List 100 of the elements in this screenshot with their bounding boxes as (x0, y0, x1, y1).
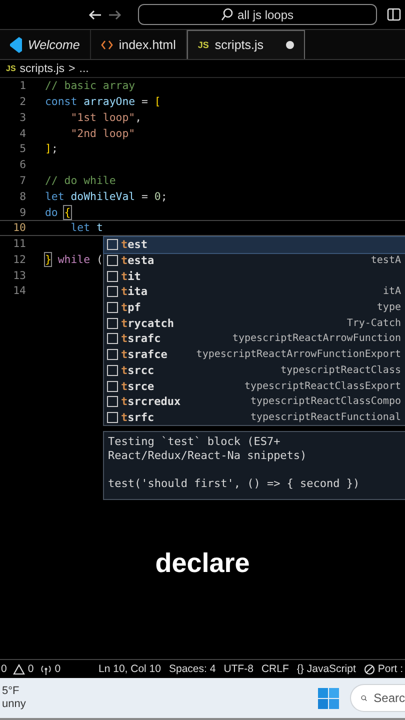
braces-glyph: {} (296, 663, 304, 675)
suggestion-detail: typescriptReactClass (280, 364, 401, 376)
suggestion-detail: typescriptReactArrowFunctionExport (196, 349, 401, 360)
suggestion-label: tsrafce (121, 348, 168, 362)
snippet-icon (107, 396, 118, 408)
line-number: 11 (12, 237, 26, 250)
suggestion-label: tsrfc (121, 410, 154, 424)
snippet-icon (107, 333, 118, 344)
suggestion-row[interactable]: tpf type (104, 300, 405, 316)
status-text: 0 (54, 663, 61, 675)
command-search[interactable]: all js loops (138, 4, 377, 25)
snippet-icon (107, 412, 118, 423)
code-line: ]; (45, 142, 58, 156)
suggestion-detail: itA (382, 286, 401, 298)
suggestion-label: tpf (121, 301, 141, 314)
snippet-example: test('should first', () => { second }) (108, 477, 361, 491)
js-icon: JS (6, 64, 16, 73)
status-item[interactable]: {} JavaScript (296, 663, 356, 675)
line-number: 10 (12, 221, 26, 234)
status-item[interactable]: CRLF (261, 663, 289, 675)
breadcrumb-file[interactable]: scripts.js (20, 62, 65, 74)
status-text: Port : (378, 663, 403, 675)
video-caption: declare (155, 548, 250, 579)
suggestion-row[interactable]: testa testA (104, 252, 405, 268)
suggestion-row[interactable]: tit (104, 268, 405, 284)
code-line: "2nd loop" (70, 126, 136, 140)
snippet-icon (107, 302, 118, 314)
suggestion-label: testa (121, 254, 154, 268)
status-item[interactable]: 0 (12, 663, 34, 675)
suggestion-row[interactable]: tsrfc typescriptReactFunctional (104, 410, 405, 426)
status-item[interactable]: Ln 10, Col 10 (98, 663, 161, 675)
back-icon[interactable] (88, 8, 102, 22)
suggestion-row[interactable]: tsrafc typescriptReactArrowFunction (104, 331, 405, 347)
no-entry-icon (364, 664, 375, 674)
suggestion-label: trycatch (121, 316, 174, 330)
suggestion-row[interactable]: tsrafce typescriptReactArrowFunctionExport (104, 346, 405, 362)
suggestion-row[interactable]: test (104, 237, 405, 253)
start-icon[interactable] (318, 688, 339, 708)
snippet-icon (107, 286, 118, 298)
snippet-icon (107, 270, 118, 282)
code-line: // do while (45, 174, 116, 187)
snippet-icon (107, 239, 118, 250)
line-number: 3 (18, 110, 26, 124)
code-line: let t (70, 221, 103, 234)
layout-icon[interactable] (387, 8, 401, 21)
suggestion-label: tsrafc (121, 332, 161, 346)
line-number: 5 (18, 142, 26, 156)
forward-icon[interactable] (108, 8, 122, 22)
status-item[interactable]: UTF-8 (224, 663, 254, 675)
code-line: let doWhileVal = 0; (45, 190, 168, 203)
suggestion-detail: typescriptReactClassExport (244, 380, 401, 392)
status-item[interactable]: 0 (40, 663, 61, 675)
snippet-icon (107, 349, 118, 360)
suggestion-row[interactable]: tita itA (104, 284, 405, 300)
code-line: do { (45, 206, 71, 218)
warning-icon (12, 664, 25, 674)
snippet-icon (107, 318, 118, 329)
weather-condition: unny (2, 698, 26, 711)
breadcrumb-separator: > (68, 62, 76, 74)
suggestion-detail: typescriptReactClassCompo (250, 396, 401, 408)
status-item[interactable]: Spaces: 4 (168, 663, 216, 675)
code-line: // basic array (45, 79, 136, 92)
suggestion-row[interactable]: tsrcc typescriptReactClass (104, 362, 405, 378)
code-line: const arrayOne = [ (45, 95, 161, 108)
search-icon (221, 8, 234, 21)
line-number: 12 (12, 252, 26, 266)
line-number: 13 (12, 268, 26, 282)
line-number: 6 (18, 158, 26, 172)
suggestion-row[interactable]: tsrce typescriptReactClassExport (104, 378, 405, 394)
snippet-icon (107, 255, 118, 266)
status-item[interactable]: Port : (364, 663, 403, 675)
line-number: 8 (18, 190, 26, 203)
editor-tab[interactable]: JS scripts.js (186, 30, 304, 59)
suggestion-detail: type (376, 302, 401, 314)
suggestion-label: test (121, 238, 148, 252)
status-item[interactable]: 0 (1, 663, 7, 675)
suggestion-label: tita (121, 285, 148, 298)
suggestion-label: tsrce (121, 380, 154, 393)
line-number: 1 (18, 79, 26, 92)
snippet-icon (107, 364, 118, 376)
line-number: 7 (18, 174, 26, 187)
vscode-logo-icon (10, 36, 22, 52)
breadcrumb-symbol[interactable]: ... (79, 62, 89, 74)
taskbar-search[interactable]: Searc (350, 684, 405, 712)
weather-temperature: 5°F (2, 685, 20, 698)
broadcast-icon (40, 664, 52, 674)
suggestion-label: tsrcredux (121, 395, 181, 408)
suggestion-detail: testA (370, 255, 401, 266)
code-line: } while ( (45, 252, 103, 266)
line-number: 4 (18, 126, 26, 140)
suggestion-row[interactable]: trycatch Try-Catch (104, 315, 405, 332)
status-text: 0 (28, 663, 34, 675)
js-icon: JS (198, 40, 209, 50)
suggestion-detail: typescriptReactFunctional (250, 412, 401, 423)
suggestion-row[interactable]: tsrcredux typescriptReactClassCompo (104, 394, 405, 410)
unsaved-dot (286, 41, 294, 49)
suggestion-detail: typescriptReactArrowFunction (232, 333, 401, 344)
suggestion-detail: Try-Catch (346, 318, 401, 329)
snippet-icon (107, 380, 118, 392)
code-line: "1st loop", (70, 110, 142, 124)
